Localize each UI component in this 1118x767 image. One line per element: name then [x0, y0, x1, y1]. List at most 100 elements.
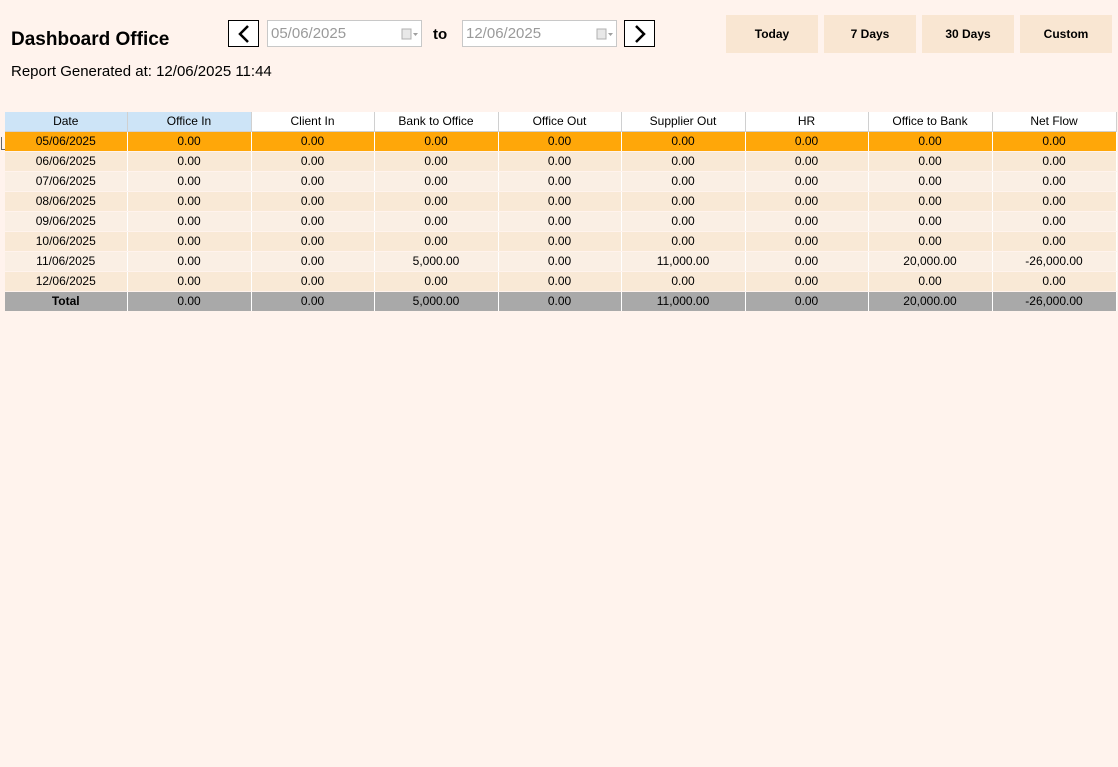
table-row[interactable]: 10/06/2025 0.00 0.00 0.00 0.00 0.00 0.00 0.00 0.… — [5, 231, 1117, 252]
total-row[interactable]: Total 0.00 0.00 5,000.00 0.00 11,000.00 0.00 20… — [5, 291, 1117, 312]
amount-cell[interactable]: 0.00 — [992, 211, 1117, 232]
today-button[interactable]: Today — [726, 15, 818, 53]
seven-days-button[interactable]: 7 Days — [824, 15, 916, 53]
amount-cell[interactable]: 0.00 — [992, 151, 1117, 172]
table-row[interactable]: 06/06/2025 0.00 0.00 0.00 0.00 0.00 0.00 0.00 0.… — [5, 151, 1117, 172]
custom-range-button[interactable]: Custom — [1020, 15, 1112, 53]
column-header-office-out[interactable]: Office Out — [498, 112, 622, 132]
amount-cell[interactable]: 0.00 — [251, 211, 375, 232]
table-row[interactable]: 05/06/2025 0.00 0.00 0.00 0.00 0.00 0.00 0.00 0.… — [5, 131, 1117, 152]
column-header-bank-to-office[interactable]: Bank to Office — [374, 112, 499, 132]
cash-flow-grid[interactable]: Date Office In Client In Bank to Office … — [5, 112, 1117, 312]
amount-cell[interactable]: 0.00 — [992, 231, 1117, 252]
amount-cell[interactable]: 0.00 — [374, 211, 499, 232]
table-row[interactable]: 11/06/2025 0.00 0.00 5,000.00 0.00 11,000.00 0… — [5, 251, 1117, 272]
calendar-icon[interactable] — [594, 20, 616, 47]
amount-cell[interactable]: 0.00 — [868, 131, 993, 152]
amount-cell[interactable]: 0.00 — [374, 131, 499, 152]
column-header-supplier-out[interactable]: Supplier Out — [621, 112, 746, 132]
total-amount-cell[interactable]: 0.00 — [498, 291, 622, 312]
amount-cell[interactable]: 0.00 — [621, 271, 746, 292]
amount-cell[interactable]: 0.00 — [127, 171, 252, 192]
amount-cell[interactable]: 0.00 — [621, 151, 746, 172]
date-cell[interactable]: 12/06/2025 — [5, 271, 128, 292]
table-row[interactable]: 08/06/2025 0.00 0.00 0.00 0.00 0.00 0.00 0.00 0.… — [5, 191, 1117, 212]
amount-cell[interactable]: 0.00 — [498, 171, 622, 192]
date-cell[interactable]: 06/06/2025 — [5, 151, 128, 172]
column-header-client-in[interactable]: Client In — [251, 112, 375, 132]
amount-cell[interactable]: 0.00 — [127, 151, 252, 172]
amount-cell[interactable]: 0.00 — [745, 271, 869, 292]
to-date-value[interactable]: 12/06/2025 — [463, 25, 594, 42]
column-header-hr[interactable]: HR — [745, 112, 869, 132]
amount-cell[interactable]: 0.00 — [251, 151, 375, 172]
amount-cell[interactable]: 0.00 — [868, 211, 993, 232]
column-header-office-in[interactable]: Office In — [127, 112, 252, 132]
amount-cell[interactable]: 0.00 — [745, 231, 869, 252]
amount-cell[interactable]: 11,000.00 — [621, 251, 746, 272]
amount-cell[interactable]: 0.00 — [621, 171, 746, 192]
amount-cell[interactable]: 0.00 — [498, 131, 622, 152]
amount-cell[interactable]: 0.00 — [127, 211, 252, 232]
date-cell[interactable]: 09/06/2025 — [5, 211, 128, 232]
amount-cell[interactable]: 0.00 — [498, 231, 622, 252]
amount-cell[interactable]: 0.00 — [745, 211, 869, 232]
thirty-days-button[interactable]: 30 Days — [922, 15, 1014, 53]
table-row[interactable]: 09/06/2025 0.00 0.00 0.00 0.00 0.00 0.00 0.00 0.… — [5, 211, 1117, 232]
amount-cell[interactable]: 0.00 — [621, 211, 746, 232]
total-amount-cell[interactable]: 5,000.00 — [374, 291, 499, 312]
amount-cell[interactable]: 0.00 — [127, 131, 252, 152]
amount-cell[interactable]: 0.00 — [251, 231, 375, 252]
amount-cell[interactable]: 0.00 — [868, 171, 993, 192]
total-amount-cell[interactable]: 0.00 — [127, 291, 252, 312]
column-header-date[interactable]: Date — [5, 112, 128, 132]
amount-cell[interactable]: 0.00 — [498, 251, 622, 272]
amount-cell[interactable]: 0.00 — [992, 271, 1117, 292]
amount-cell[interactable]: 0.00 — [251, 271, 375, 292]
amount-cell[interactable]: 0.00 — [745, 251, 869, 272]
table-row[interactable]: 07/06/2025 0.00 0.00 0.00 0.00 0.00 0.00 0.00 0.… — [5, 171, 1117, 192]
amount-cell[interactable]: 0.00 — [498, 271, 622, 292]
amount-cell[interactable]: 0.00 — [868, 231, 993, 252]
table-row[interactable]: 12/06/2025 0.00 0.00 0.00 0.00 0.00 0.00 0.00 0.… — [5, 271, 1117, 292]
amount-cell[interactable]: 0.00 — [992, 191, 1117, 212]
total-amount-cell[interactable]: 11,000.00 — [621, 291, 746, 312]
total-label-cell[interactable]: Total — [5, 291, 128, 312]
amount-cell[interactable]: 0.00 — [374, 151, 499, 172]
amount-cell[interactable]: 0.00 — [621, 191, 746, 212]
from-date-value[interactable]: 05/06/2025 — [268, 25, 399, 42]
amount-cell[interactable]: 0.00 — [992, 171, 1117, 192]
to-date-picker[interactable]: 12/06/2025 — [462, 20, 617, 47]
amount-cell[interactable]: 0.00 — [127, 191, 252, 212]
amount-cell[interactable]: 0.00 — [745, 131, 869, 152]
amount-cell[interactable]: 0.00 — [498, 191, 622, 212]
prev-range-button[interactable] — [228, 20, 259, 47]
amount-cell[interactable]: 0.00 — [745, 171, 869, 192]
amount-cell[interactable]: 0.00 — [621, 131, 746, 152]
amount-cell[interactable]: 0.00 — [374, 171, 499, 192]
column-header-net-flow[interactable]: Net Flow — [992, 112, 1117, 132]
total-amount-cell[interactable]: 0.00 — [251, 291, 375, 312]
amount-cell[interactable]: 0.00 — [745, 151, 869, 172]
amount-cell[interactable]: 0.00 — [868, 151, 993, 172]
amount-cell[interactable]: 0.00 — [251, 171, 375, 192]
amount-cell[interactable]: 20,000.00 — [868, 251, 993, 272]
amount-cell[interactable]: 0.00 — [251, 251, 375, 272]
amount-cell[interactable]: 0.00 — [127, 251, 252, 272]
column-header-office-to-bank[interactable]: Office to Bank — [868, 112, 993, 132]
total-amount-cell[interactable]: -26,000.00 — [992, 291, 1117, 312]
amount-cell[interactable]: 0.00 — [374, 231, 499, 252]
amount-cell[interactable]: 0.00 — [251, 191, 375, 212]
calendar-icon[interactable] — [399, 20, 421, 47]
amount-cell[interactable]: 0.00 — [127, 271, 252, 292]
date-cell[interactable]: 08/06/2025 — [5, 191, 128, 212]
date-cell[interactable]: 10/06/2025 — [5, 231, 128, 252]
amount-cell[interactable]: 0.00 — [127, 231, 252, 252]
amount-cell[interactable]: 0.00 — [498, 151, 622, 172]
total-amount-cell[interactable]: 20,000.00 — [868, 291, 993, 312]
date-cell[interactable]: 11/06/2025 — [5, 251, 128, 272]
from-date-picker[interactable]: 05/06/2025 — [267, 20, 422, 47]
date-cell[interactable]: 05/06/2025 — [5, 131, 128, 152]
amount-cell[interactable]: 0.00 — [251, 131, 375, 152]
next-range-button[interactable] — [624, 20, 655, 47]
